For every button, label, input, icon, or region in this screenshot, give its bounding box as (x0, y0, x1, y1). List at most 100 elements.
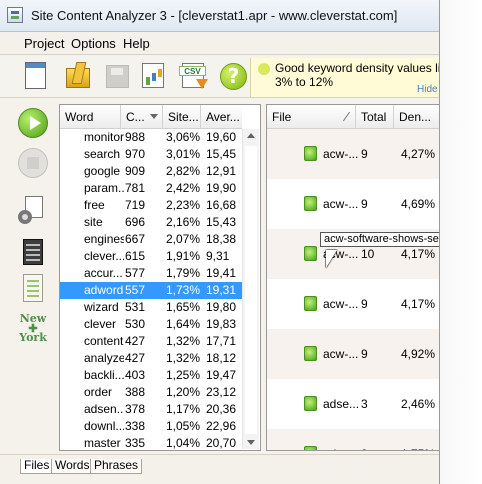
column-average[interactable]: Aver... (201, 105, 242, 129)
column-file[interactable]: File (267, 105, 356, 129)
table-row[interactable]: free 719 2,23% 16,68 (60, 197, 242, 214)
total-cell: 3 (361, 429, 386, 450)
table-row[interactable]: order 388 1,20% 23,12 (60, 384, 242, 401)
table-row[interactable]: param... 781 2,42% 19,90 (60, 180, 242, 197)
column-total[interactable]: Total (356, 105, 394, 129)
tip-text: Good keyword density values lie fr 3% to… (275, 61, 439, 89)
density-cell: 4,92% (401, 347, 436, 361)
table-row[interactable]: clever... 615 1,91% 9,31 (60, 248, 242, 265)
start-analysis-button[interactable] (18, 108, 48, 138)
html-file-icon (304, 246, 317, 261)
average-cell: 15,43 (206, 215, 237, 229)
scroll-down-arrow-icon[interactable] (247, 440, 255, 445)
count-cell: 615 (125, 249, 146, 263)
density-cell: 4,27% (401, 147, 436, 161)
words-vertical-scrollbar[interactable] (242, 129, 259, 449)
site-cell: 1,32% (166, 334, 201, 348)
table-row[interactable]: backli... 403 1,25% 19,47 (60, 367, 242, 384)
word-cell: param... (84, 181, 124, 195)
word-cell: engines (84, 232, 124, 246)
sort-descending-icon (150, 114, 158, 119)
tab-files[interactable]: Files (20, 459, 54, 474)
report-button[interactable] (138, 61, 170, 91)
count-cell: 403 (125, 368, 146, 382)
average-cell: 15,45 (206, 147, 237, 161)
table-row[interactable]: search 970 3,01% 15,45 (60, 146, 242, 163)
table-row[interactable]: adsen... 378 1,17% 20,36 (60, 401, 242, 418)
new-york-logo[interactable]: New ✚ York (14, 313, 52, 343)
file-row[interactable]: adse... 3 2,46% (267, 379, 439, 429)
help-button[interactable]: ? (218, 61, 250, 91)
window-title: Site Content Analyzer 3 - [cleverstat1.a… (31, 8, 398, 23)
count-cell: 781 (125, 181, 146, 195)
total-cell: 3 (361, 397, 368, 411)
site-cell: 2,07% (166, 232, 201, 246)
html-file-icon (304, 196, 317, 211)
density-cell: 1,75% (401, 429, 439, 450)
file-row[interactable]: acw-... 9 4,27% (267, 129, 439, 179)
new-project-button[interactable] (20, 61, 52, 91)
average-cell: 17,71 (206, 334, 237, 348)
export-csv-button[interactable]: CSV (178, 61, 210, 91)
column-count[interactable]: C... (121, 105, 163, 129)
site-cell: 1,64% (166, 317, 201, 331)
open-project-button[interactable] (62, 61, 94, 91)
menu-help[interactable]: Help (123, 36, 150, 51)
page-settings-button[interactable] (18, 196, 48, 226)
file-row[interactable]: acw-... 9 4,17% (267, 279, 439, 329)
menu-project[interactable]: Project (24, 36, 64, 51)
count-cell: 378 (125, 402, 146, 416)
word-cell: content (84, 334, 124, 348)
tab-words[interactable]: Words (51, 459, 94, 474)
save-project-button[interactable] (101, 61, 133, 91)
scroll-up-arrow-icon[interactable] (247, 133, 255, 138)
save-disk-icon (106, 65, 129, 88)
site-cell: 2,16% (166, 215, 201, 229)
column-word[interactable]: Word (60, 105, 121, 129)
table-row[interactable]: master 335 1,04% 20,70 (60, 435, 242, 452)
column-file-label: File (272, 110, 292, 124)
hide-tip-link[interactable]: Hide (417, 84, 438, 95)
density-cell: 2,46% (401, 397, 436, 411)
table-row[interactable]: site 696 2,16% 15,43 (60, 214, 242, 231)
archive-button[interactable] (18, 237, 48, 267)
menu-options[interactable]: Options (71, 36, 116, 51)
files-panel: File Total Den... acw-... 9 4,27% acw-... 9… (266, 104, 439, 451)
notes-button[interactable] (18, 274, 48, 304)
application-window: Site Content Analyzer 3 - [cleverstat1.a… (0, 0, 440, 484)
table-row[interactable]: analyzer427 1,32% 18,12 (60, 350, 242, 367)
word-cell: wizard (84, 300, 119, 314)
table-row[interactable]: clever 530 1,64% 19,83 (60, 316, 242, 333)
word-cell: order (84, 385, 113, 399)
site-cell: 1,79% (166, 266, 201, 280)
table-row[interactable]: wizard 531 1,65% 19,80 (60, 299, 242, 316)
count-cell: 335 (125, 436, 146, 450)
table-row-selected[interactable]: adwords557 1,73% 19,31 (60, 282, 242, 299)
column-site[interactable]: Site... (163, 105, 201, 129)
count-cell: 909 (125, 164, 146, 178)
table-row[interactable]: engines 667 2,07% 18,38 (60, 231, 242, 248)
table-row[interactable]: monitor 988 3,06% 19,60 (60, 129, 242, 146)
table-row[interactable]: content 427 1,32% 17,71 (60, 333, 242, 350)
html-file-icon (304, 446, 317, 450)
file-row[interactable]: acw-... 9 4,92% (267, 329, 439, 379)
table-row[interactable]: accur... 577 1,79% 19,41 (60, 265, 242, 282)
count-cell: 970 (125, 147, 146, 161)
file-row[interactable]: adse...3 1,75% (267, 429, 439, 450)
average-cell: 23,12 (206, 385, 237, 399)
count-cell: 667 (125, 232, 146, 246)
title-bar[interactable]: Site Content Analyzer 3 - [cleverstat1.a… (0, 0, 439, 32)
scroll-thumb[interactable] (245, 146, 257, 434)
column-density[interactable]: Den... (394, 105, 439, 129)
word-cell: free (84, 198, 105, 212)
folder-icon (66, 68, 90, 88)
file-row[interactable]: acw-... 9 4,69% (267, 179, 439, 229)
average-cell: 9,31 (206, 249, 230, 263)
tab-phrases[interactable]: Phrases (90, 459, 143, 474)
stop-analysis-button[interactable] (18, 148, 48, 178)
word-cell: master (84, 436, 121, 450)
average-cell: 18,38 (206, 232, 237, 246)
table-row[interactable]: downl... 338 1,05% 22,96 (60, 418, 242, 435)
table-row[interactable]: google 909 2,82% 12,91 (60, 163, 242, 180)
file-cell: acw-... (323, 197, 359, 211)
